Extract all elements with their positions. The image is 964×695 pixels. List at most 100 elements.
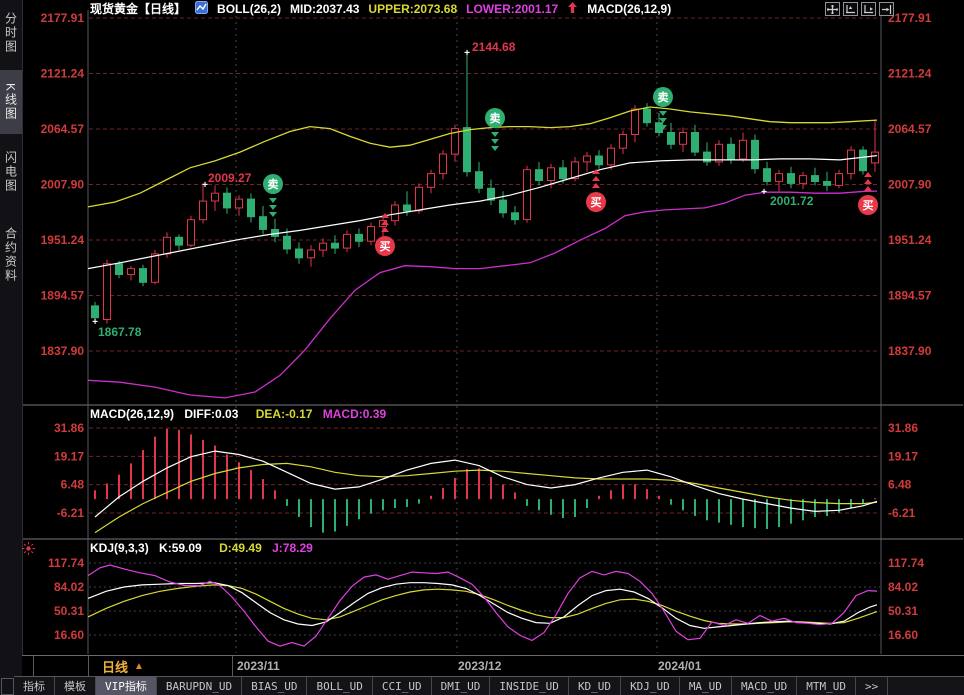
arrow-up-icon [381,227,389,232]
candle-body [632,109,639,135]
arrow-down-icon [491,146,499,151]
candle-body [620,135,627,149]
goto-latest-icon[interactable] [879,2,894,16]
candle-body [344,234,351,248]
sidebar-item-闪电图[interactable]: 闪电图 [0,141,22,203]
macd-macd-value: MACD:0.39 [323,407,386,421]
chart-canvas[interactable]: 2177.912177.912121.242121.242064.572064.… [0,0,964,676]
buy-marker-label: 买 [591,196,602,209]
price-axis-label-right: 2121.24 [888,67,932,81]
period-selector-label: 日线 [102,657,128,676]
candle-body [164,237,171,254]
candle-body [812,176,819,182]
candle-body [116,264,123,275]
macd-diff-line [95,451,877,517]
tab-CCI_UD[interactable]: CCI_UD [373,677,432,695]
indicator-tabbar: 指标模板VIP指标BARUPDN_UDBIAS_UDBOLL_UDCCI_UDD… [14,676,964,695]
arrow-up-icon [592,183,600,188]
price-axis-label-right: 1837.90 [888,344,932,358]
price-axis-label-left: 2007.90 [41,178,85,192]
macd-axis-label-left: 31.86 [54,421,84,435]
tab-BARUPDN_UD[interactable]: BARUPDN_UD [157,677,242,695]
candle-body [140,269,147,283]
candle-body [800,176,807,184]
candle-body [128,269,135,275]
sidebar-item-K线图[interactable]: K线图 [0,70,22,134]
xaxis-label: 2024/01 [658,659,701,673]
tab-INSIDE_UD[interactable]: INSIDE_UD [490,677,569,695]
sell-marker-label: 卖 [268,177,279,191]
candle-body [392,205,399,221]
candle-body [176,237,183,245]
candle-body [764,169,771,182]
candle-body [464,128,471,172]
sidebar: 分时图 K线图闪电图合约资料 [0,0,23,695]
xaxis-label: 2023/12 [458,659,501,673]
arrow-up-icon [864,186,872,191]
tab-KD_UD[interactable]: KD_UD [569,677,621,695]
candle-body [836,174,843,186]
period-selector[interactable]: 日线 ▲ [102,656,144,677]
arrow-down-icon [491,132,499,137]
candle-body [596,156,603,165]
tab-BIAS_UD[interactable]: BIAS_UD [242,677,307,695]
candle-body [680,133,687,145]
tab-KDJ_UD[interactable]: KDJ_UD [621,677,680,695]
candle-body [428,174,435,188]
tab-MACD_UD[interactable]: MACD_UD [732,677,797,695]
candle-body [320,243,327,250]
arrow-up-icon [864,172,872,177]
price-axis-label-right: 2177.91 [888,11,932,25]
candle-body [440,154,447,174]
candle-body [224,193,231,208]
candle-body [716,144,723,162]
candle-body [524,170,531,220]
axis-zoom-left-icon[interactable] [843,2,858,16]
boll-lower-value: LOWER:2001.17 [466,2,558,16]
candle-body [152,254,159,282]
macd-axis-label-left: 19.17 [54,449,84,463]
xaxis-label: 2023/11 [237,659,280,673]
macd-pane-header: MACD(26,12,9) DIFF:0.03 DEA:-0.17 MACD:0… [90,407,393,421]
tab-MTM_UD[interactable]: MTM_UD [797,677,856,695]
macd-axis-label-right: -6.21 [888,506,916,520]
up-arrow-icon [567,1,578,17]
price-axis-label-right: 2007.90 [888,178,932,192]
axis-zoom-right-icon[interactable] [861,2,876,16]
candle-body [368,227,375,242]
starburst-icon[interactable] [21,541,36,561]
sidebar-item-分时图[interactable]: 分时图 [0,4,22,62]
boll-upper-value: UPPER:2073.68 [368,2,457,16]
candle-body [788,174,795,184]
candle-body [584,156,591,162]
price-annotation: 2009.27 [208,171,252,185]
candle-body [560,168,567,179]
divider [232,656,233,677]
tab-指标[interactable]: 指标 [14,677,55,695]
kdj-d-line [88,585,877,624]
price-annotation: 2144.68 [472,40,516,54]
kdj-j-value: J:78.29 [272,541,313,555]
tab-BOLL_UD[interactable]: BOLL_UD [307,677,372,695]
tab-VIP指标[interactable]: VIP指标 [96,677,157,695]
candle-body [536,170,543,181]
tab-模板[interactable]: 模板 [55,677,96,695]
tab-MA_UD[interactable]: MA_UD [680,677,732,695]
tab->>[interactable]: >> [856,677,888,695]
candle-body [236,199,243,208]
price-axis-label-left: 2121.24 [41,67,85,81]
candle-body [104,264,111,320]
kdj-axis-label-left: 117.74 [48,556,84,570]
sidebar-item-合约资料[interactable]: 合约资料 [0,212,22,298]
candle-body [668,133,675,145]
candle-body [872,152,879,163]
pivot-plus-marker: + [464,48,470,59]
arrow-down-icon [491,139,499,144]
kdj-axis-label-right: 50.31 [888,604,918,618]
kdj-axis-label-right: 16.60 [888,628,918,642]
tab-DMI_UD[interactable]: DMI_UD [432,677,491,695]
chart-header: 现货黄金【日线】 BOLL(26,2) MID:2037.43 UPPER:20… [90,1,671,16]
pivot-plus-marker: + [202,180,208,191]
crosshair-move-icon[interactable] [825,2,840,16]
candle-body [404,205,411,211]
